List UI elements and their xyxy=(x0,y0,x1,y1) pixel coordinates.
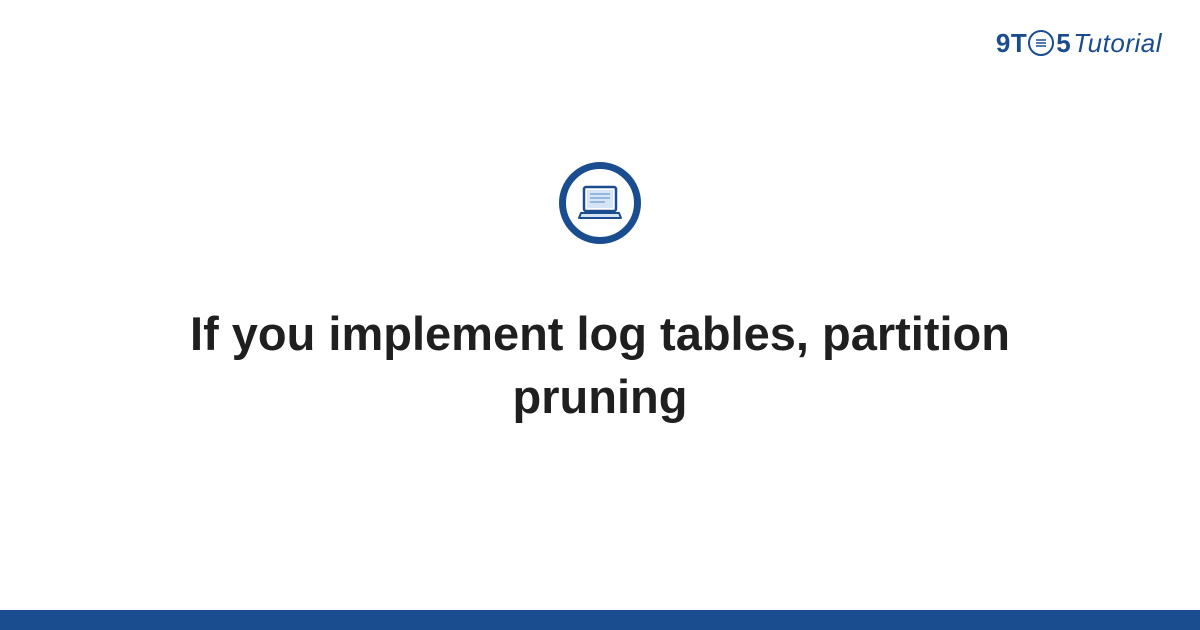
footer-accent-bar xyxy=(0,610,1200,630)
hero-icon-circle xyxy=(559,162,641,244)
page-title: If you implement log tables, partition p… xyxy=(150,302,1050,429)
main-content: If you implement log tables, partition p… xyxy=(0,0,1200,630)
laptop-icon xyxy=(577,183,623,223)
